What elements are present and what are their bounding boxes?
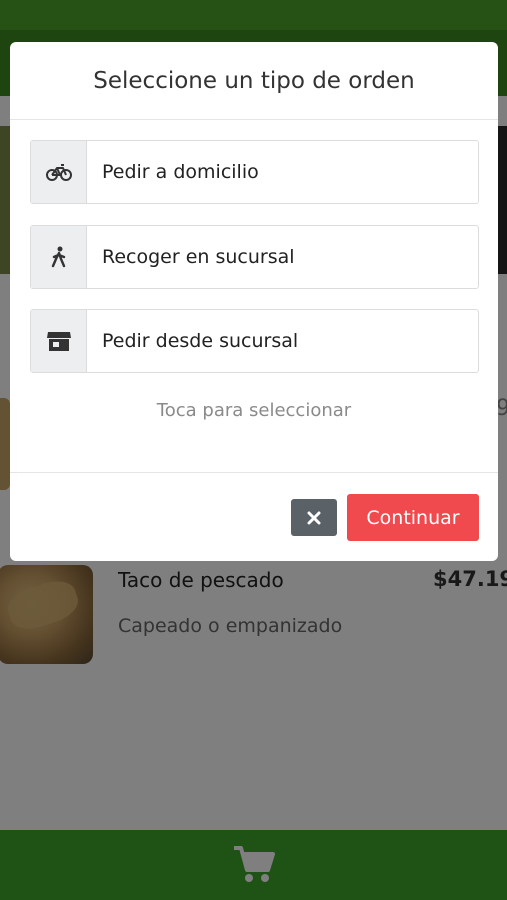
option-in-store-label: Pedir desde sucursal bbox=[102, 330, 299, 352]
close-button[interactable] bbox=[291, 499, 337, 536]
order-type-modal: Seleccione un tipo de orden Pedir a domi… bbox=[10, 42, 498, 561]
selection-hint: Toca para seleccionar bbox=[156, 400, 352, 421]
bicycle-icon bbox=[31, 141, 87, 203]
option-pickup-label: Recoger en sucursal bbox=[102, 246, 295, 268]
walking-person-icon bbox=[31, 226, 87, 288]
option-pickup[interactable]: Recoger en sucursal bbox=[30, 225, 479, 289]
modal-title: Seleccione un tipo de orden bbox=[93, 67, 415, 94]
option-in-store[interactable]: Pedir desde sucursal bbox=[30, 309, 479, 373]
option-delivery-label: Pedir a domicilio bbox=[102, 161, 259, 183]
continue-button[interactable]: Continuar bbox=[347, 494, 479, 541]
close-icon bbox=[307, 511, 321, 524]
option-delivery[interactable]: Pedir a domicilio bbox=[30, 140, 479, 204]
modal-footer-divider bbox=[10, 472, 498, 473]
store-icon bbox=[31, 310, 87, 372]
modal-header: Seleccione un tipo de orden bbox=[10, 42, 498, 120]
